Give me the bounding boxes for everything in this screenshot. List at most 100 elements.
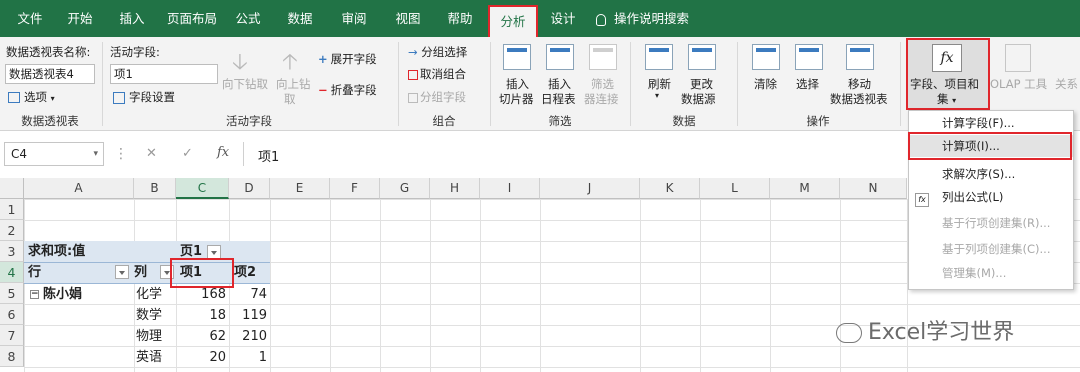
column-header[interactable]: J: [540, 178, 640, 199]
row-header[interactable]: 5: [0, 283, 24, 304]
menu-item: 基于行项创建集(R)...: [942, 216, 1051, 230]
menu-item: 管理集(M)...: [942, 266, 1007, 280]
row-header[interactable]: 2: [0, 220, 24, 241]
change-source-button[interactable]: 更改: [690, 76, 713, 92]
formula-input[interactable]: 项1: [258, 146, 279, 165]
ungroup-button[interactable]: 取消组合: [408, 66, 466, 82]
column-header[interactable]: F: [330, 178, 380, 199]
tab-design[interactable]: 设计: [538, 0, 588, 37]
drill-up-button[interactable]: 向上钻: [276, 76, 311, 92]
group-label-pivottable: 数据透视表: [21, 114, 79, 128]
menu-item[interactable]: 计算字段(F)...: [909, 112, 1073, 134]
column-header[interactable]: H: [430, 178, 480, 199]
insert-function-icon[interactable]: fx: [217, 145, 229, 160]
column-header[interactable]: A: [24, 178, 134, 199]
pivot-value-cell[interactable]: 168: [176, 284, 229, 305]
pivot-value-cell[interactable]: 119: [229, 305, 270, 326]
pivot-subject-cell[interactable]: 物理: [136, 326, 162, 347]
pivot-subject-cell[interactable]: 数学: [136, 305, 162, 326]
tab-help[interactable]: 帮助: [436, 0, 484, 37]
active-field-input[interactable]: 项1: [110, 64, 218, 84]
tab-insert[interactable]: 插入: [108, 0, 156, 37]
column-header[interactable]: C: [176, 178, 229, 199]
group-divider: [630, 42, 631, 126]
insert-timeline-button[interactable]: 插入: [548, 76, 571, 92]
row-header[interactable]: 3: [0, 241, 24, 262]
select-all-corner[interactable]: [0, 178, 24, 199]
pivottable-name-input[interactable]: 数据透视表4: [5, 64, 95, 84]
pivot-value-cell[interactable]: 74: [229, 284, 270, 305]
group-label-filter: 筛选: [548, 114, 572, 128]
filter-connections-icon: [589, 44, 617, 70]
olap-tools-button[interactable]: OLAP 工具: [990, 76, 1047, 92]
menu-item[interactable]: 列出公式(L): [909, 186, 1073, 208]
select-button[interactable]: 选择: [796, 76, 819, 92]
refresh-button[interactable]: 刷新: [648, 76, 671, 92]
clear-button[interactable]: 清除: [754, 76, 777, 92]
collapse-field-button[interactable]: − 折叠字段: [318, 82, 377, 98]
column-header[interactable]: I: [480, 178, 540, 199]
move-pivottable-button[interactable]: 移动: [848, 76, 871, 92]
pivot-subject-cell[interactable]: 化学: [136, 284, 162, 305]
options-button[interactable]: 选项 ▾: [8, 89, 55, 105]
tab-home[interactable]: 开始: [56, 0, 104, 37]
collapse-icon[interactable]: −: [30, 290, 39, 299]
group-divider: [490, 42, 491, 126]
tab-view[interactable]: 视图: [384, 0, 432, 37]
row-header[interactable]: 7: [0, 325, 24, 346]
group-selection-button[interactable]: → 分组选择: [408, 44, 467, 60]
pivot-subject-cell[interactable]: 英语: [136, 347, 162, 368]
tab-page-layout[interactable]: 页面布局: [160, 0, 224, 37]
tab-file[interactable]: 文件: [8, 0, 52, 37]
drill-down-button[interactable]: 向下钻取: [222, 76, 268, 92]
pivot-value-cell[interactable]: 20: [176, 347, 229, 368]
tab-formulas[interactable]: 公式: [228, 0, 268, 37]
list-formulas-icon: fx: [915, 193, 929, 207]
group-divider: [102, 42, 103, 126]
column-header[interactable]: E: [270, 178, 330, 199]
group-field-button[interactable]: 分组字段: [408, 89, 466, 105]
tab-data[interactable]: 数据: [276, 0, 324, 37]
column-header[interactable]: M: [770, 178, 840, 199]
enter-formula-icon[interactable]: ✓: [182, 146, 193, 161]
relationships-button[interactable]: 关系: [1055, 76, 1078, 92]
column-header[interactable]: G: [380, 178, 430, 199]
name-box[interactable]: C4 ▾: [4, 142, 104, 166]
row-header[interactable]: 1: [0, 199, 24, 220]
highlight-fields-items-sets: [906, 38, 990, 110]
row-header[interactable]: 6: [0, 304, 24, 325]
filter-connections-button-line2: 器连接: [584, 92, 619, 106]
change-source-icon: [688, 44, 716, 70]
formula-divider: [243, 142, 244, 166]
pivot-row-label[interactable]: 行: [28, 262, 132, 283]
tab-review[interactable]: 审阅: [330, 0, 378, 37]
pivot-value-cell[interactable]: 1: [229, 347, 270, 368]
collapse-icon: −: [318, 83, 328, 97]
column-header[interactable]: D: [229, 178, 270, 199]
field-settings-button[interactable]: 字段设置: [113, 89, 175, 105]
row-header[interactable]: 4: [0, 262, 24, 283]
field-settings-icon: [113, 91, 125, 104]
menu-item[interactable]: 求解次序(S)...: [909, 163, 1073, 185]
column-header[interactable]: L: [700, 178, 770, 199]
column-header[interactable]: K: [640, 178, 700, 199]
column-header[interactable]: N: [840, 178, 907, 199]
column-header[interactable]: B: [134, 178, 176, 199]
pivot-sum-label: 求和项:值: [28, 244, 86, 259]
pivot-row-item[interactable]: − 陈小娟: [30, 284, 82, 305]
filter-dropdown-icon[interactable]: [206, 244, 221, 259]
pivot-value-cell[interactable]: 210: [229, 326, 270, 347]
filter-connections-button[interactable]: 筛选: [591, 76, 614, 92]
group-label-actions: 操作: [806, 114, 830, 128]
pivot-value-cell[interactable]: 18: [176, 305, 229, 326]
cancel-formula-icon[interactable]: ✕: [146, 146, 157, 161]
tell-me-search[interactable]: 操作说明搜索: [596, 0, 726, 37]
filter-dropdown-icon[interactable]: [115, 265, 129, 279]
expand-field-button[interactable]: + 展开字段: [318, 51, 377, 67]
pivot-item2-header[interactable]: 项2: [234, 262, 256, 283]
row-header[interactable]: 8: [0, 346, 24, 367]
insert-slicer-button[interactable]: 插入: [506, 76, 529, 92]
ribbon-tab-bar: 文件 开始 插入 页面布局 公式 数据 审阅 视图 帮助 分析 设计 操作说明搜…: [0, 0, 1080, 37]
pivot-value-cell[interactable]: 62: [176, 326, 229, 347]
chevron-down-icon: ▾: [655, 91, 660, 100]
